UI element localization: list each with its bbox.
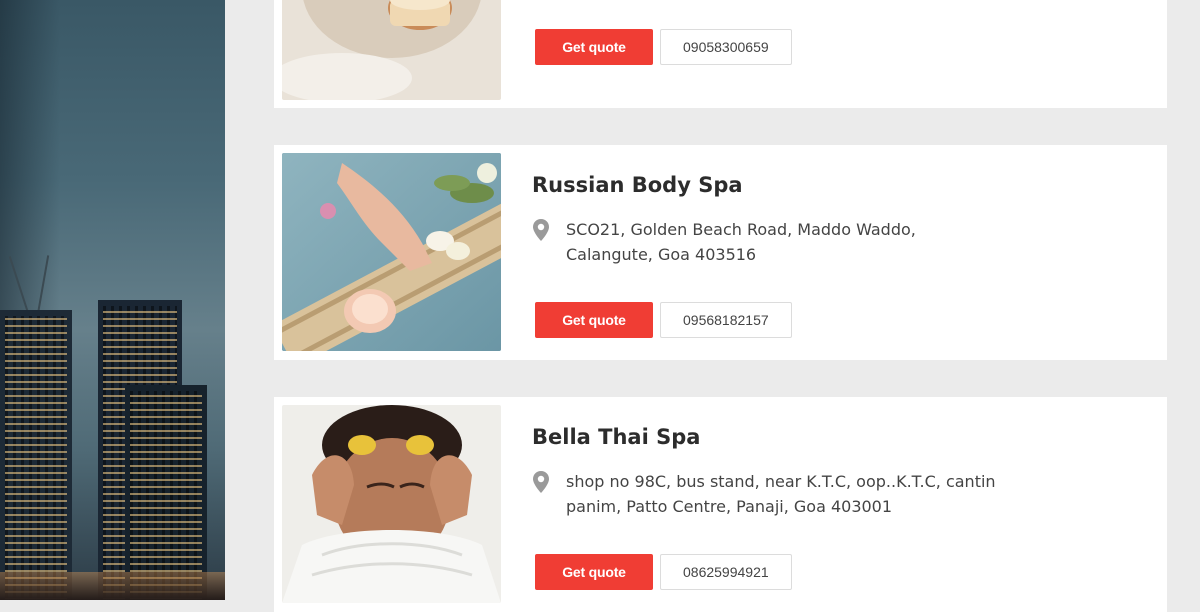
phone-button[interactable]: 08625994921 [660,554,792,590]
address-line-1: SCO21, Golden Beach Road, Maddo Waddo, [566,220,916,239]
location-pin-icon [533,219,549,241]
address-line-2: Calangute, Goa 403516 [566,245,757,264]
get-quote-button[interactable]: Get quote [535,302,653,338]
get-quote-button[interactable]: Get quote [535,554,653,590]
listing-image [282,0,501,100]
listing-address: SCO21, Golden Beach Road, Maddo Waddo, C… [532,217,1006,267]
listing-card: Bella Thai Spa shop no 98C, bus stand, n… [274,397,1167,612]
listing-card: Get quote 09058300659 [274,0,1167,108]
phone-button[interactable]: 09058300659 [660,29,792,65]
address-line-1: shop no 98C, bus stand, near K.T.C, oop.… [566,472,996,491]
background-city-image [0,0,225,600]
listing-card: Russian Body Spa SCO21, Golden Beach Roa… [274,145,1167,360]
phone-button[interactable]: 09568182157 [660,302,792,338]
address-line-2: panim, Patto Centre, Panaji, Goa 403001 [566,497,893,516]
listing-title[interactable]: Russian Body Spa [532,173,743,197]
location-pin-icon [533,471,549,493]
listing-image [282,405,501,603]
listing-image [282,153,501,351]
get-quote-button[interactable]: Get quote [535,29,653,65]
listing-address: shop no 98C, bus stand, near K.T.C, oop.… [532,469,1006,519]
listing-title[interactable]: Bella Thai Spa [532,425,700,449]
